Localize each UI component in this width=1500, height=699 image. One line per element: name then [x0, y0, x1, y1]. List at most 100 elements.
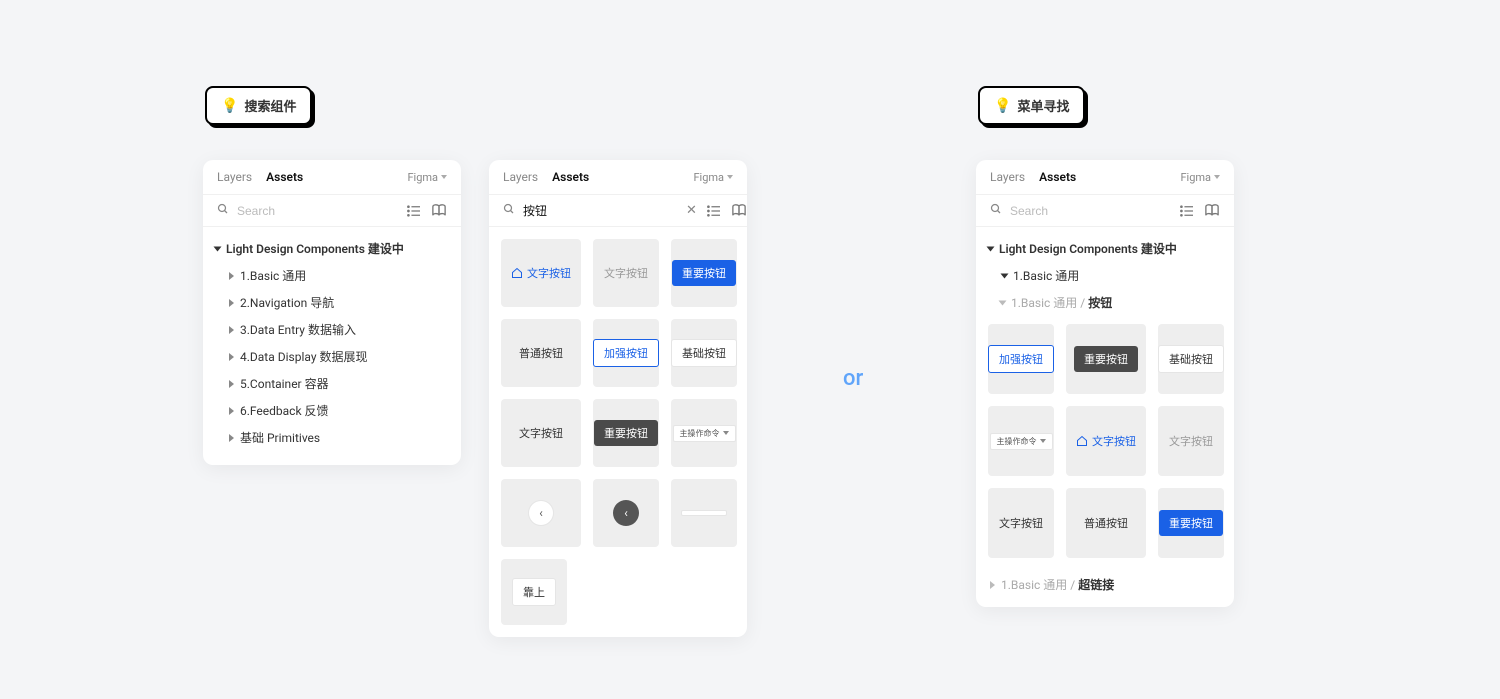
- assets-tree: Light Design Components 建设中 1.Basic 通用 1…: [976, 227, 1234, 320]
- component-tile[interactable]: 主操作命令: [671, 399, 737, 467]
- tree-path-label: 1.Basic 通用 / 按钮: [1011, 294, 1112, 311]
- tile-label: 文字按钮: [989, 510, 1053, 536]
- clear-search-icon[interactable]: ✕: [686, 203, 697, 218]
- tree-item[interactable]: 1.Basic 通用: [1000, 262, 1224, 289]
- callout-label: 搜索组件: [244, 96, 296, 115]
- chevron-right-icon: [229, 434, 234, 442]
- figma-dropdown[interactable]: Figma: [1180, 171, 1220, 184]
- chevron-down-icon: [214, 246, 222, 251]
- book-icon[interactable]: [1204, 204, 1220, 218]
- search-icon: [503, 203, 515, 218]
- component-tile[interactable]: 基础按钮: [1158, 324, 1224, 394]
- back-icon: ‹: [528, 500, 554, 526]
- panel-header: Layers Assets Figma: [976, 160, 1234, 195]
- component-tile[interactable]: 文字按钮: [501, 239, 581, 307]
- tree-item-label: 5.Container 容器: [240, 375, 329, 392]
- chevron-right-icon: [990, 581, 995, 589]
- tab-layers[interactable]: Layers: [503, 170, 538, 184]
- tile-label: 文字按钮: [594, 260, 658, 286]
- tree-item-label: 基础 Primitives: [240, 429, 320, 446]
- chevron-down-icon: [999, 300, 1007, 305]
- component-tile[interactable]: 文字按钮: [593, 239, 659, 307]
- component-tile[interactable]: 主操作命令: [988, 406, 1054, 476]
- component-tile[interactable]: [671, 479, 737, 547]
- tile-label: 重要按钮: [672, 260, 736, 286]
- tree-item[interactable]: 基础 Primitives: [227, 424, 451, 451]
- tree-root[interactable]: Light Design Components 建设中: [986, 235, 1224, 262]
- tree-item-label: 1.Basic 通用: [1013, 267, 1079, 284]
- search-icon: [990, 203, 1002, 218]
- tree-item[interactable]: 1.Basic 通用: [227, 262, 451, 289]
- panel-search-results: Layers Assets Figma ✕ 文字按钮 文字按钮 重要按钮 普通按…: [489, 160, 747, 637]
- component-tile[interactable]: 文字按钮: [1066, 406, 1146, 476]
- chevron-right-icon: [229, 353, 234, 361]
- component-tile[interactable]: 重要按钮: [1158, 488, 1224, 558]
- tree-item-label: 2.Navigation 导航: [240, 294, 334, 311]
- figma-dropdown[interactable]: Figma: [693, 171, 733, 184]
- component-tile[interactable]: 加强按钮: [988, 324, 1054, 394]
- tile-label: 文字按钮: [1159, 428, 1223, 454]
- figma-dropdown[interactable]: Figma: [407, 171, 447, 184]
- tab-layers[interactable]: Layers: [217, 170, 252, 184]
- list-view-icon[interactable]: [707, 205, 721, 217]
- component-tile[interactable]: 重要按钮: [1066, 324, 1146, 394]
- search-input[interactable]: [523, 204, 678, 218]
- search-input[interactable]: [1010, 204, 1172, 218]
- component-tile[interactable]: 普通按钮: [1066, 488, 1146, 558]
- panel-assets-tree: Layers Assets Figma Light Design Compone…: [203, 160, 461, 465]
- tile-label: 主操作命令: [997, 436, 1037, 447]
- tree-item-breadcrumb[interactable]: 1.Basic 通用 / 超链接: [976, 570, 1234, 607]
- dropdown-label: Figma: [407, 171, 438, 184]
- chevron-down-icon: [441, 175, 447, 179]
- component-tile[interactable]: 文字按钮: [1158, 406, 1224, 476]
- search-row: [203, 195, 461, 227]
- component-tile[interactable]: 加强按钮: [593, 319, 659, 387]
- tile-label: 普通按钮: [509, 340, 573, 366]
- tile-label: 加强按钮: [593, 339, 659, 367]
- bar-sample: [681, 510, 727, 516]
- list-view-icon[interactable]: [1180, 205, 1194, 217]
- panel-header: Layers Assets Figma: [203, 160, 461, 195]
- tree-item-breadcrumb[interactable]: 1.Basic 通用 / 按钮: [1000, 289, 1224, 316]
- tab-layers[interactable]: Layers: [990, 170, 1025, 184]
- tree-root-label: Light Design Components 建设中: [999, 240, 1177, 257]
- component-tile[interactable]: ‹: [501, 479, 581, 547]
- chevron-right-icon: [229, 299, 234, 307]
- tree-item[interactable]: 4.Data Display 数据展现: [227, 343, 451, 370]
- tab-assets[interactable]: Assets: [1039, 170, 1076, 184]
- book-icon[interactable]: [431, 204, 447, 218]
- search-icon: [217, 203, 229, 218]
- search-input[interactable]: [237, 204, 399, 218]
- callout-label: 菜单寻找: [1017, 96, 1069, 115]
- component-tile[interactable]: 文字按钮: [501, 399, 581, 467]
- panel-header: Layers Assets Figma: [489, 160, 747, 195]
- component-tile[interactable]: 重要按钮: [671, 239, 737, 307]
- bulb-icon: 💡: [994, 98, 1011, 114]
- component-tile[interactable]: 文字按钮: [988, 488, 1054, 558]
- assets-tree: Light Design Components 建设中 1.Basic 通用 2…: [203, 227, 461, 465]
- tile-label: 文字按钮: [509, 420, 573, 446]
- chevron-right-icon: [229, 380, 234, 388]
- tile-label: 靠上: [512, 578, 556, 606]
- bulb-icon: 💡: [221, 98, 238, 114]
- component-tile[interactable]: 普通按钮: [501, 319, 581, 387]
- tree-item[interactable]: 3.Data Entry 数据输入: [227, 316, 451, 343]
- component-tile[interactable]: 重要按钮: [593, 399, 659, 467]
- chevron-down-icon: [1040, 439, 1046, 443]
- component-tile[interactable]: ‹: [593, 479, 659, 547]
- book-icon[interactable]: [731, 204, 747, 218]
- tile-label: 重要按钮: [594, 420, 658, 446]
- tab-assets[interactable]: Assets: [266, 170, 303, 184]
- component-tile[interactable]: 靠上: [501, 559, 567, 625]
- tree-item-label: 4.Data Display 数据展现: [240, 348, 367, 365]
- list-view-icon[interactable]: [407, 205, 421, 217]
- tree-item[interactable]: 6.Feedback 反馈: [227, 397, 451, 424]
- tab-assets[interactable]: Assets: [552, 170, 589, 184]
- component-tile[interactable]: 基础按钮: [671, 319, 737, 387]
- tile-label: 普通按钮: [1074, 510, 1138, 536]
- tree-item[interactable]: 5.Container 容器: [227, 370, 451, 397]
- component-grid: 文字按钮 文字按钮 重要按钮 普通按钮 加强按钮 基础按钮 文字按钮 重要按钮 …: [489, 227, 747, 637]
- dropdown-label: Figma: [693, 171, 724, 184]
- tree-item[interactable]: 2.Navigation 导航: [227, 289, 451, 316]
- tree-root[interactable]: Light Design Components 建设中: [213, 235, 451, 262]
